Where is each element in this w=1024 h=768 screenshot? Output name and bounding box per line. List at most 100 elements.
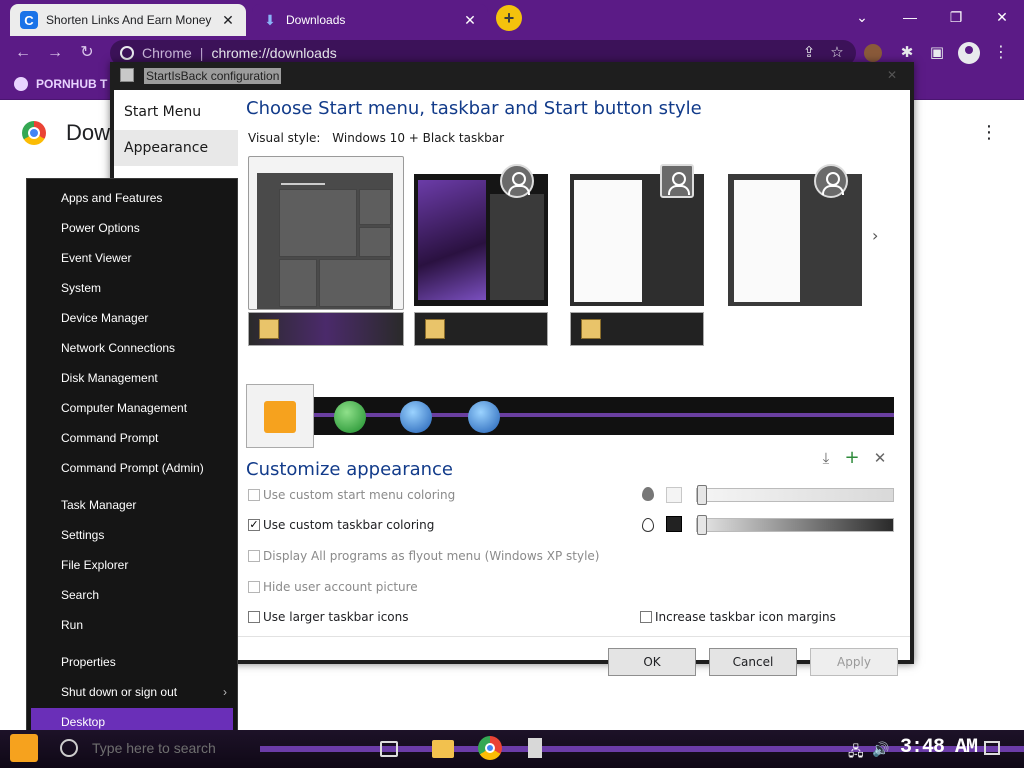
winx-menu-item[interactable]: Device Manager	[27, 304, 237, 332]
profile-avatar[interactable]	[958, 42, 980, 64]
chrome-icon[interactable]	[478, 736, 502, 760]
tab-downloads[interactable]: ⬇ Downloads ✕	[252, 4, 488, 36]
startisback-app-icon[interactable]	[528, 738, 542, 758]
network-icon[interactable]: 🖧	[848, 741, 864, 765]
winx-item-label: Computer Management	[61, 401, 188, 415]
extension-avatar-icon[interactable]	[864, 44, 882, 62]
checkbox[interactable]	[248, 581, 260, 593]
checkbox[interactable]	[248, 611, 260, 623]
taskbar-style-1[interactable]	[248, 312, 404, 346]
taskbar-color-swatch[interactable]	[666, 516, 682, 532]
taskbar-search-box[interactable]: Type here to search	[92, 740, 216, 756]
winx-menu-item[interactable]: Disk Management	[27, 364, 237, 392]
taskbar-clock[interactable]: 3:48 AM	[900, 736, 978, 759]
nav-start-menu[interactable]: Start Menu	[114, 94, 238, 130]
close-icon[interactable]: ✕	[220, 12, 236, 29]
style-heading: Choose Start menu, taskbar and Start but…	[246, 98, 702, 119]
share-icon[interactable]: ⇪	[798, 42, 820, 64]
opt-start-menu-coloring[interactable]: Use custom start menu coloring	[248, 488, 455, 502]
opt-flyout-menu[interactable]: Display All programs as flyout menu (Win…	[248, 549, 599, 563]
browser-menu-icon[interactable]: ⋮	[990, 42, 1012, 64]
winx-menu-item[interactable]: Power Options	[27, 214, 237, 242]
winx-menu-item[interactable]: Apps and Features	[27, 184, 237, 212]
winx-item-label: Run	[61, 618, 84, 632]
cancel-button[interactable]: Cancel	[709, 648, 797, 676]
start-style-windows7[interactable]	[570, 164, 704, 306]
add-icon[interactable]: +	[842, 448, 862, 468]
scheme-label: Chrome	[142, 45, 192, 61]
side-panel-icon[interactable]: ▣	[926, 42, 948, 64]
file-explorer-icon[interactable]	[432, 740, 454, 758]
minimize-button[interactable]: —	[896, 6, 924, 28]
volume-icon[interactable]: 🔊	[872, 741, 889, 758]
user-picture-icon	[814, 164, 848, 198]
checkbox[interactable]	[640, 611, 652, 623]
winx-menu-item[interactable]: Computer Management	[27, 394, 237, 422]
start-style-classic[interactable]	[728, 164, 862, 306]
opt-hide-user-picture[interactable]: Hide user account picture	[248, 580, 418, 594]
winx-menu-item[interactable]: System	[27, 274, 237, 302]
winx-menu-item[interactable]: Event Viewer	[27, 244, 237, 272]
close-icon[interactable]: ✕	[462, 12, 478, 29]
opt-larger-icons[interactable]: Use larger taskbar icons	[248, 610, 409, 624]
reload-icon[interactable]: ↻	[76, 42, 98, 64]
winx-menu-item[interactable]: Settings	[27, 521, 237, 549]
start-orb-clover-icon[interactable]	[334, 401, 366, 433]
page-menu-icon[interactable]: ⋮	[980, 122, 998, 143]
taskbar-style-3[interactable]	[570, 312, 704, 346]
task-view-icon[interactable]	[380, 741, 398, 757]
close-window-button[interactable]: ✕	[988, 6, 1016, 28]
winx-menu-item[interactable]: Run	[27, 611, 237, 639]
close-icon[interactable]: ✕	[882, 68, 902, 84]
slider-thumb[interactable]	[697, 515, 707, 535]
start-style-image[interactable]	[414, 164, 548, 306]
bookmark-star-icon[interactable]: ☆	[826, 42, 848, 64]
winx-menu-item[interactable]: File Explorer	[27, 551, 237, 579]
start-style-windows10[interactable]	[248, 156, 404, 310]
start-menu-color-swatch[interactable]	[666, 487, 682, 503]
checkbox[interactable]: ✓	[248, 519, 260, 531]
winx-menu-item[interactable]: Search	[27, 581, 237, 609]
winx-menu-item[interactable]: Network Connections	[27, 334, 237, 362]
new-tab-button[interactable]: +	[496, 5, 522, 31]
tab-search-icon[interactable]: ⌄	[848, 6, 876, 28]
start-orb-custom-icon[interactable]	[264, 401, 296, 433]
chevron-right-icon[interactable]: ›	[872, 226, 878, 245]
taskbar-style-2[interactable]	[414, 312, 548, 346]
back-icon[interactable]: ←	[12, 42, 34, 64]
nav-appearance[interactable]: Appearance	[114, 130, 238, 166]
close-icon[interactable]: ✕	[870, 448, 890, 468]
winx-menu-item[interactable]: Command Prompt (Admin)	[27, 454, 237, 482]
winx-menu-item[interactable]: Shut down or sign out ›	[27, 678, 237, 706]
extensions-puzzle-icon[interactable]: ✱	[896, 42, 918, 64]
download-icon: ⬇	[264, 11, 276, 28]
cortana-icon[interactable]	[60, 739, 78, 757]
winx-menu-item[interactable]: Command Prompt	[27, 424, 237, 452]
apply-button[interactable]: Apply	[810, 648, 898, 676]
visual-style-label: Visual style:	[248, 131, 321, 145]
slider-thumb[interactable]	[697, 485, 707, 505]
ok-button[interactable]: OK	[608, 648, 696, 676]
user-picture-icon	[660, 164, 694, 198]
start-orb-windows7-icon[interactable]	[400, 401, 432, 433]
tab-shorten-links[interactable]: C Shorten Links And Earn Money ✕	[10, 4, 246, 36]
start-orb-windows-icon[interactable]	[468, 401, 500, 433]
winx-item-label: System	[61, 281, 102, 295]
notification-icon[interactable]	[984, 741, 1000, 755]
winx-menu-item[interactable]: Properties	[27, 648, 237, 676]
checkbox[interactable]	[248, 489, 260, 501]
start-button-icon[interactable]	[10, 734, 38, 762]
thumb-preview	[734, 180, 800, 302]
checkbox[interactable]	[248, 550, 260, 562]
opt-taskbar-coloring[interactable]: ✓ Use custom taskbar coloring	[248, 518, 434, 532]
winx-menu-item[interactable]: Task Manager	[27, 491, 237, 519]
start-menu-transparency-slider[interactable]	[696, 485, 894, 505]
taskbar-transparency-slider[interactable]	[696, 515, 894, 535]
winx-item-label: Command Prompt (Admin)	[61, 461, 204, 475]
forward-icon[interactable]: →	[44, 42, 66, 64]
bookmark-item[interactable]: PORNHUB T	[14, 77, 107, 91]
winx-item-label: Search	[61, 588, 100, 602]
download-icon[interactable]: ⤓	[816, 448, 836, 468]
opt-icon-margins[interactable]: Increase taskbar icon margins	[640, 610, 836, 624]
restore-button[interactable]: ❐	[942, 6, 970, 28]
